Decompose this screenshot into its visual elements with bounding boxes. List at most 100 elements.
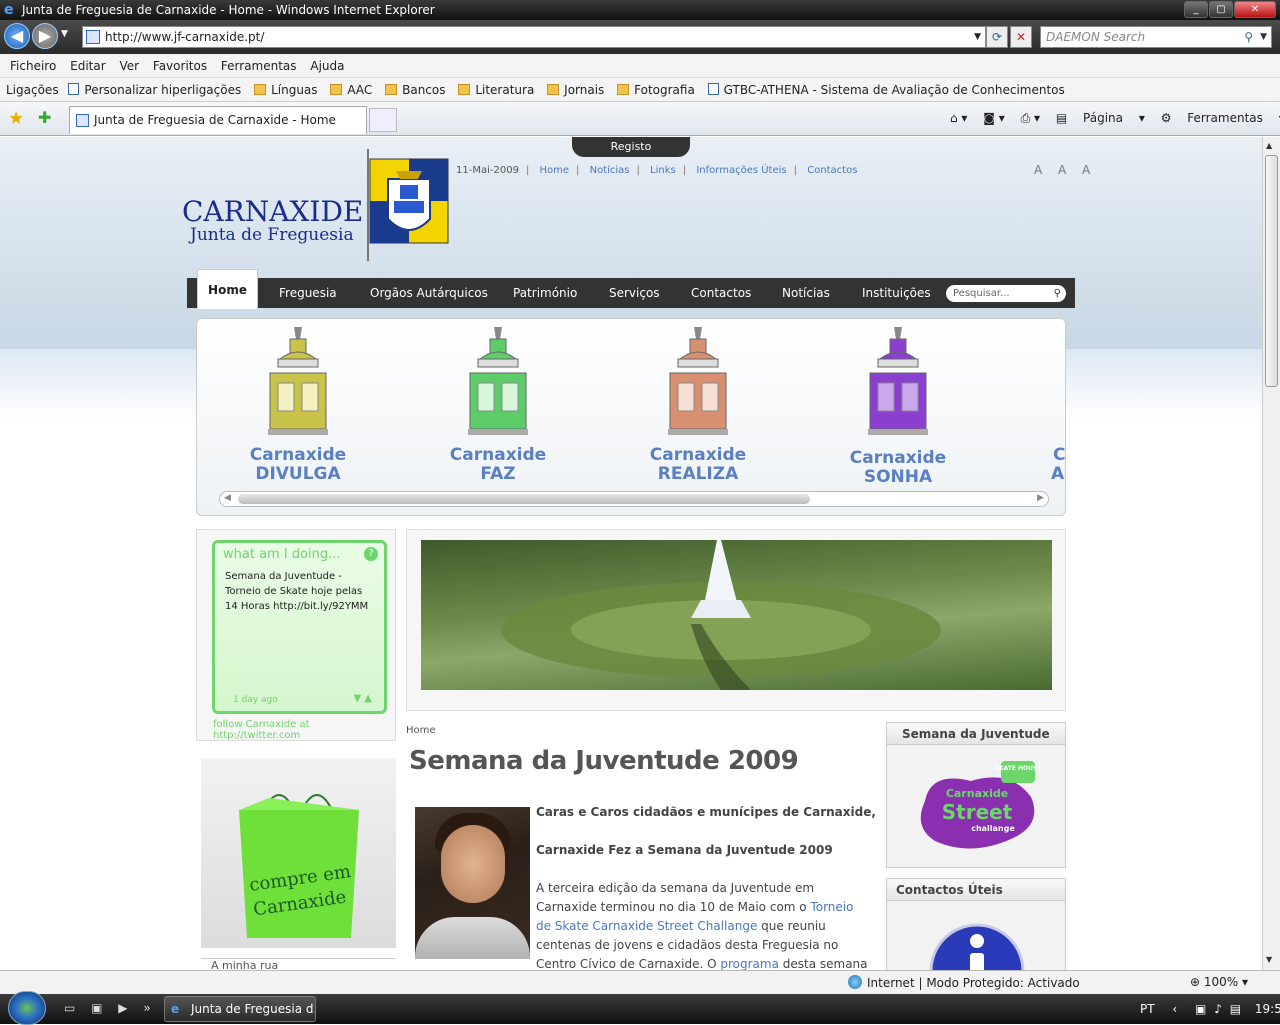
nav-home[interactable]: Home (197, 269, 258, 309)
scroll-left-icon[interactable]: ◀ (224, 493, 231, 503)
twitter-status-text[interactable]: Semana da Juventude - Torneio de Skate h… (225, 569, 375, 614)
scroll-up-icon[interactable]: ▲ (1266, 141, 1272, 150)
quick-launch-icons[interactable]: ▭ ▣ ▶ » (64, 1001, 157, 1015)
link-gtbc-athena[interactable]: GTBC-ATHENA - Sistema de Avaliação de Co… (707, 78, 1065, 101)
topnav-home[interactable]: Home (540, 165, 570, 176)
topnav-contactos[interactable]: Contactos (807, 165, 857, 176)
breadcrumb[interactable]: Home (406, 725, 436, 736)
maximize-button[interactable]: ▢ (1209, 1, 1233, 18)
nav-instituicoes[interactable]: Instituições (862, 278, 931, 308)
search-icon[interactable]: ⚲ (1244, 27, 1253, 47)
menu-ajuda[interactable]: Ajuda (305, 54, 349, 78)
nav-servicos[interactable]: Serviços (609, 278, 660, 308)
print-icon[interactable]: ⎙ ▾ (1021, 111, 1040, 125)
carousel-item-faz[interactable]: Carnaxide FAZ (433, 325, 563, 495)
link-folder-linguas[interactable]: Línguas (254, 78, 318, 101)
font-size-controls[interactable]: A A A (1034, 163, 1096, 177)
menu-favoritos[interactable]: Favoritos (148, 54, 212, 78)
stop-button[interactable]: ✕ (1010, 26, 1032, 48)
carousel-item-divulga[interactable]: Carnaxide DIVULGA (233, 325, 363, 495)
tower-icon (268, 327, 328, 435)
clock[interactable]: 19:51 (1255, 1002, 1280, 1016)
refresh-button[interactable]: ⟳ (986, 26, 1008, 48)
rss-feed-icon[interactable]: ◙ ▾ (983, 111, 1004, 125)
link-personalizar[interactable]: Personalizar hiperligações (68, 78, 241, 101)
menu-ver[interactable]: Ver (114, 54, 144, 78)
add-favorite-icon[interactable]: ✚ (38, 108, 51, 127)
programa-link[interactable]: programa (720, 957, 779, 970)
link-folder-fotografia[interactable]: Fotografia (617, 78, 695, 101)
twitter-widget: what am I doing... ? Semana da Juventude… (196, 529, 396, 741)
carousel-scrollbar[interactable]: ◀ ▶ (219, 491, 1049, 507)
links-label[interactable]: Ligações (6, 78, 59, 101)
forward-button[interactable]: ▶ (32, 23, 58, 49)
zoom-control[interactable]: ⊕ 100% ▾ (1190, 975, 1248, 989)
twitter-follow-link[interactable]: follow Carnaxide at http://twitter.com (213, 719, 395, 741)
close-button[interactable]: ✕ (1234, 1, 1276, 18)
minha-rua-box-title[interactable]: A minha rua (201, 958, 396, 970)
address-input[interactable]: http://www.jf-carnaxide.pt/ ▼ (82, 26, 986, 48)
folder-icon (458, 84, 471, 95)
logo-subtitle[interactable]: Junta de Freguesia (190, 225, 354, 245)
search-dropdown-icon[interactable]: ▼ (1260, 27, 1267, 47)
carousel-item-partial[interactable]: C A (1049, 325, 1065, 495)
favorites-star-icon[interactable]: ★ (8, 108, 24, 129)
nav-freguesia[interactable]: Freguesia (279, 278, 337, 308)
new-tab-button[interactable] (369, 108, 397, 132)
gear-icon: ⚙ (1160, 111, 1176, 125)
carousel-item-realiza[interactable]: Carnaxide REALIZA (633, 325, 763, 495)
nav-noticias[interactable]: Notícias (782, 278, 830, 308)
photo-face (441, 825, 505, 903)
volume-icon[interactable]: ♪ (1214, 1002, 1222, 1016)
twitter-nav-arrows-icon[interactable]: ▼ ▲ (353, 693, 372, 704)
tab-active[interactable]: Junta de Freguesia de Carnaxide - Home (69, 106, 367, 134)
search-icon[interactable]: ⚲ (1054, 285, 1061, 302)
scroll-down-icon[interactable]: ▼ (1266, 955, 1272, 964)
start-button[interactable] (8, 991, 46, 1025)
history-dropdown-icon[interactable]: ▼ (61, 29, 68, 39)
tools-menu-button[interactable]: ⚙ Ferramentas ▾ (1161, 111, 1280, 125)
address-dropdown-icon[interactable]: ▼ (974, 27, 981, 47)
scroll-right-icon[interactable]: ▶ (1037, 493, 1044, 503)
link-folder-aac[interactable]: AAC (330, 78, 372, 101)
tray-icon[interactable]: ▤ (1230, 1002, 1241, 1016)
carousel-label-2: REALIZA (657, 464, 739, 484)
link-folder-jornais[interactable]: Jornais (547, 78, 605, 101)
carousel-item-sonha[interactable]: Carnaxide SONHA (833, 325, 963, 495)
link-folder-bancos[interactable]: Bancos (385, 78, 446, 101)
security-zone[interactable]: Internet | Modo Protegido: Activado (848, 975, 1080, 990)
help-icon[interactable]: ? (364, 547, 378, 561)
topnav-links[interactable]: Links (650, 165, 676, 176)
registo-button[interactable]: Registo (572, 137, 690, 157)
menu-ferramentas[interactable]: Ferramentas (216, 54, 302, 78)
topnav-informacoes[interactable]: Informações Úteis (696, 165, 786, 176)
menu-ficheiro[interactable]: Ficheiro (5, 54, 61, 78)
logo-title[interactable]: CARNAXIDE (182, 195, 363, 228)
tray-expand-icon[interactable]: ‹ (1172, 1002, 1177, 1016)
carnaxide-crest-logo[interactable] (362, 149, 450, 261)
compre-em-carnaxide-banner[interactable]: compre em Carnaxide (201, 758, 396, 948)
link-folder-literatura[interactable]: Literatura (458, 78, 534, 101)
back-button[interactable]: ◀ (4, 23, 30, 49)
home-icon[interactable]: ⌂ ▾ (950, 111, 967, 125)
page-menu-button[interactable]: ▤ Página ▾ (1056, 111, 1145, 125)
minimize-button[interactable]: _ (1184, 1, 1208, 18)
street-challange-logo[interactable]: SKATE HOUSE Carnaxide Street challange (911, 761, 1043, 855)
site-search-input[interactable]: Pesquisar... ⚲ (946, 285, 1066, 302)
link-label: Jornais (564, 83, 605, 97)
nav-orgaos[interactable]: Orgãos Autárquicos (370, 278, 488, 308)
menu-editar[interactable]: Editar (65, 54, 111, 78)
nav-contactos[interactable]: Contactos (691, 278, 751, 308)
scroll-thumb[interactable] (1265, 155, 1278, 387)
topnav-noticias[interactable]: Notícias (590, 165, 630, 176)
nav-patrimonio[interactable]: Património (513, 278, 577, 308)
carousel-scroll-thumb[interactable] (238, 494, 810, 504)
network-icon[interactable]: ▣ (1195, 1002, 1206, 1016)
search-input[interactable]: DAEMON Search ⚲ ▼ (1040, 26, 1272, 48)
taskbar-item-label: Junta de Freguesia d... (191, 1002, 316, 1016)
page-scrollbar[interactable]: ▲ ▼ (1262, 137, 1280, 970)
system-tray: PT ‹ ▣ ♪ ▤ 19:51 (1140, 994, 1280, 1024)
taskbar-item-ie[interactable]: e Junta de Freguesia d... (164, 996, 316, 1022)
language-indicator[interactable]: PT (1140, 1002, 1155, 1016)
info-icon[interactable] (929, 923, 1025, 970)
